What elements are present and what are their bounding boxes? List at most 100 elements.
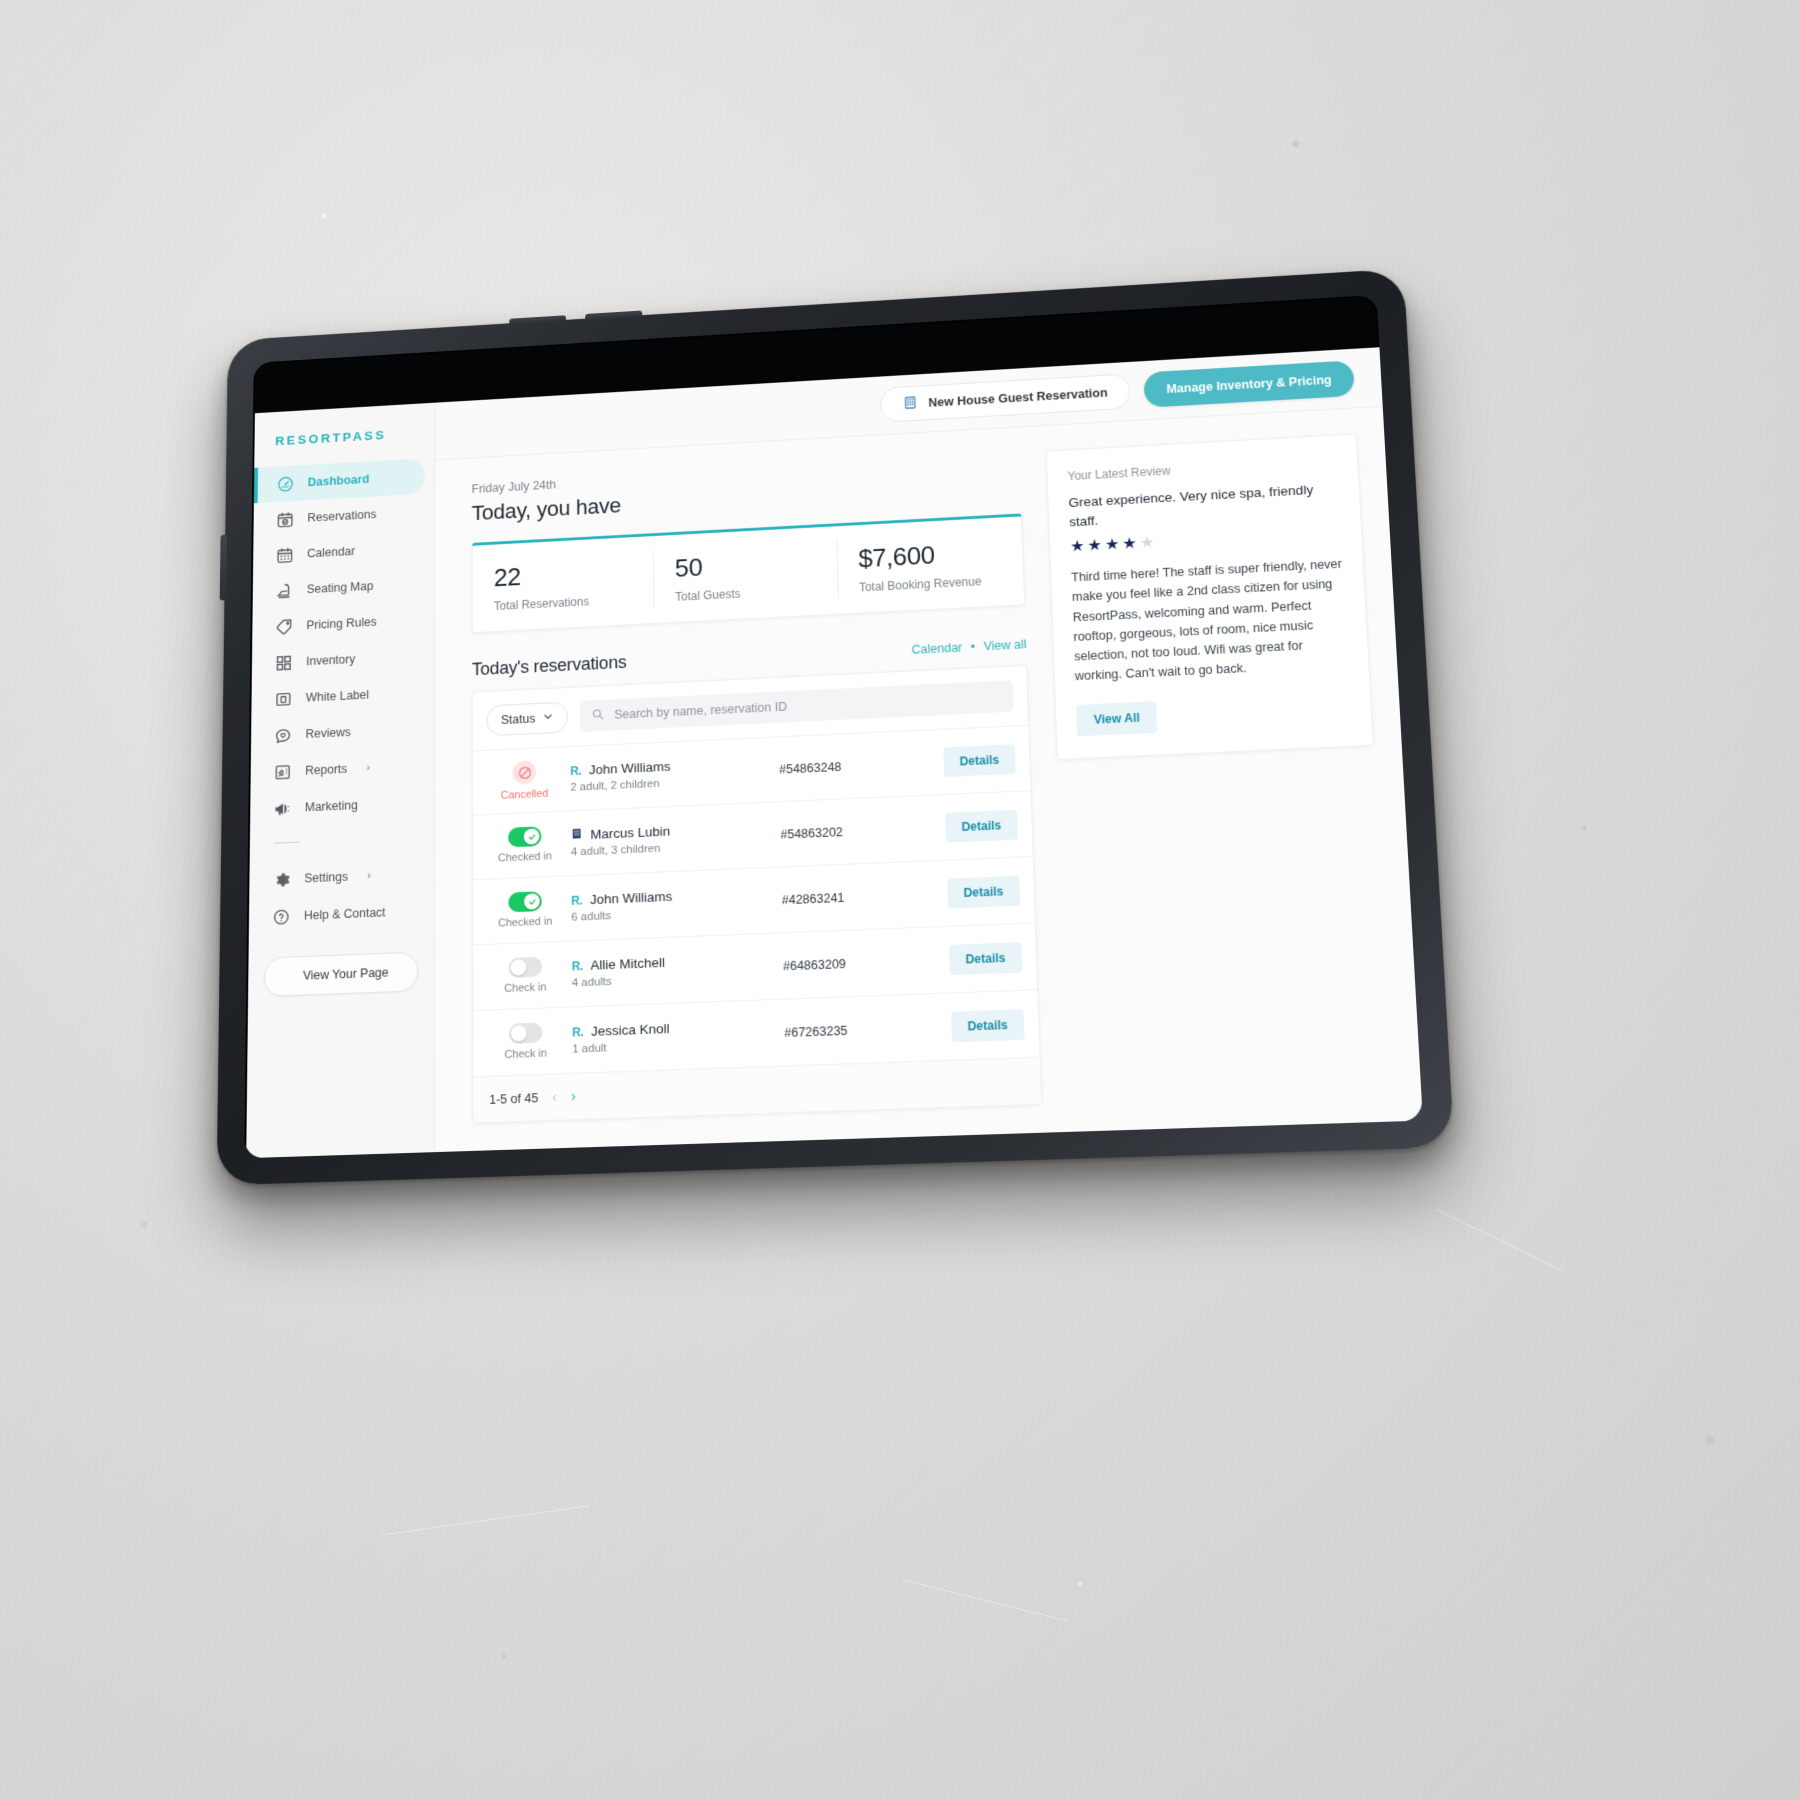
sidebar-item-label: Dashboard — [307, 472, 370, 490]
resortpass-badge-icon: R. — [571, 893, 583, 908]
status-label: Check in — [504, 1047, 547, 1062]
guest-name-line: R. Jessica Knoll — [572, 1017, 784, 1040]
guest-name-line: R. Allie Mitchell — [572, 950, 783, 973]
row-actions: Details — [936, 1008, 1025, 1043]
guest-name: Allie Mitchell — [590, 954, 666, 973]
guest-name: John Williams — [588, 758, 671, 778]
guest-name-line: Marcus Lubin — [571, 819, 781, 843]
status-label: Checked in — [497, 850, 552, 865]
row-guest: R. Allie Mitchell 4 adults — [564, 950, 784, 990]
stats-card: 22 Total Reservations 50 Total Guests $7… — [471, 513, 1026, 634]
chevron-right-icon: › — [367, 869, 371, 882]
review-title: Great experience. Very nice spa, friendl… — [1068, 482, 1314, 529]
reservation-id: #42863241 — [781, 890, 845, 907]
tablet-screen: RESORTPASS Dashboard Reservations Calend… — [244, 294, 1424, 1159]
new-house-guest-reservation-button[interactable]: New House Guest Reservation — [879, 373, 1132, 423]
reservation-id: #54863202 — [780, 824, 844, 842]
row-actions: Details — [932, 875, 1021, 909]
stat-label: Total Booking Revenue — [858, 574, 982, 595]
guest-name: John Williams — [589, 888, 673, 908]
pagination-prev-button[interactable]: ‹ — [552, 1088, 557, 1105]
gauge-icon — [277, 474, 295, 493]
review-view-all-button[interactable]: View All — [1076, 700, 1158, 737]
sidebar: RESORTPASS Dashboard Reservations Calend… — [246, 402, 436, 1159]
section-title: Today's reservations — [471, 652, 627, 680]
details-button[interactable]: Details — [950, 1008, 1025, 1042]
browser-icon — [274, 689, 292, 708]
search-input[interactable]: Search by name, reservation ID — [579, 680, 1014, 732]
row-guest: R. Jessica Knoll 1 adult — [564, 1017, 784, 1056]
stat-total-guests: 50 Total Guests — [653, 526, 838, 623]
review-body: Third time here! The staff is super frie… — [1071, 557, 1343, 684]
star-filled-icon: ★ — [1069, 538, 1088, 556]
row-status[interactable]: Checked in — [487, 890, 564, 930]
guest-party: 4 adults — [571, 975, 612, 990]
pagination: 1-5 of 45 ‹ › — [473, 1057, 1042, 1123]
table-row[interactable]: Check in R. Jessica Knoll 1 adult #67263… — [473, 990, 1040, 1078]
report-chart-icon — [274, 762, 292, 781]
house-guest-badge-icon — [571, 827, 583, 842]
reservation-id: #67263235 — [784, 1023, 848, 1040]
check-in-toggle[interactable] — [508, 891, 542, 913]
sidebar-item-label: Marketing — [304, 798, 358, 815]
sidebar-item-help-contact[interactable]: Help & Contact — [249, 892, 425, 936]
details-button[interactable]: Details — [944, 809, 1018, 843]
row-status[interactable]: Check in — [487, 1022, 564, 1062]
main-area: New House Guest Reservation Manage Inven… — [434, 347, 1424, 1159]
sidebar-item-label: Help & Contact — [303, 905, 386, 923]
stat-label: Total Reservations — [493, 594, 590, 613]
check-in-toggle[interactable] — [508, 956, 543, 978]
guest-name: Marcus Lubin — [590, 823, 671, 842]
toggle-knob — [523, 828, 540, 845]
sidebar-item-label: Reviews — [305, 725, 351, 741]
latest-review-card: Your Latest Review Great experience. Ver… — [1045, 433, 1374, 760]
row-actions: Details — [930, 809, 1018, 843]
section-links: Calendar • View all — [911, 637, 1026, 656]
manage-inventory-pricing-button[interactable]: Manage Inventory & Pricing — [1143, 360, 1355, 408]
toggle-knob — [524, 893, 540, 910]
sidebar-item-label: Settings — [304, 869, 348, 886]
sidebar-divider — [274, 841, 300, 844]
megaphone-icon — [273, 799, 291, 818]
search-icon — [592, 708, 605, 724]
row-actions: Details — [928, 743, 1016, 778]
sidebar-item-label: Reservations — [307, 507, 377, 525]
toggle-knob — [510, 1025, 527, 1042]
view-all-link[interactable]: View all — [983, 637, 1026, 653]
sidebar-item-label: Seating Map — [306, 579, 374, 597]
reservations-section-header: Today's reservations Calendar • View all — [472, 633, 1027, 681]
row-status[interactable]: Cancelled — [487, 759, 563, 802]
question-circle-icon — [272, 907, 291, 926]
toggle-knob — [510, 959, 527, 976]
details-button[interactable]: Details — [948, 941, 1023, 975]
row-status[interactable]: Check in — [487, 956, 564, 996]
status-label: Checked in — [498, 915, 553, 930]
sidebar-item-marketing[interactable]: Marketing — [250, 784, 424, 829]
guest-party: 6 adults — [571, 910, 612, 924]
stat-label: Total Guests — [675, 586, 741, 604]
details-button[interactable]: Details — [943, 743, 1016, 777]
guest-name: Jessica Knoll — [590, 1020, 670, 1039]
row-status[interactable]: Checked in — [487, 825, 563, 865]
reservation-id: #54863248 — [779, 759, 842, 777]
calendar-check-icon — [276, 510, 294, 529]
pagination-next-button[interactable]: › — [571, 1088, 576, 1105]
check-in-toggle[interactable] — [508, 1022, 543, 1044]
status-label: Cancelled — [500, 787, 549, 802]
view-your-page-button[interactable]: View Your Page — [263, 951, 419, 998]
cancelled-icon — [512, 760, 537, 785]
check-in-toggle[interactable] — [508, 826, 542, 848]
status-filter-dropdown[interactable]: Status — [486, 701, 569, 737]
table-row[interactable]: Check in R. Allie Mitchell 4 adults #648… — [473, 923, 1038, 1012]
manage-inventory-label: Manage Inventory & Pricing — [1166, 372, 1332, 396]
sidebar-item-label: White Label — [305, 688, 369, 705]
resortpass-badge-icon: R. — [570, 763, 582, 778]
review-card-label: Your Latest Review — [1067, 463, 1171, 484]
gear-icon — [272, 870, 290, 889]
lounge-chair-icon — [275, 581, 293, 600]
calendar-link[interactable]: Calendar — [911, 641, 962, 657]
calendar-icon — [276, 545, 294, 564]
row-guest: R. John Williams 2 adult, 2 children — [562, 754, 779, 794]
building-icon — [903, 395, 918, 413]
details-button[interactable]: Details — [946, 875, 1021, 909]
